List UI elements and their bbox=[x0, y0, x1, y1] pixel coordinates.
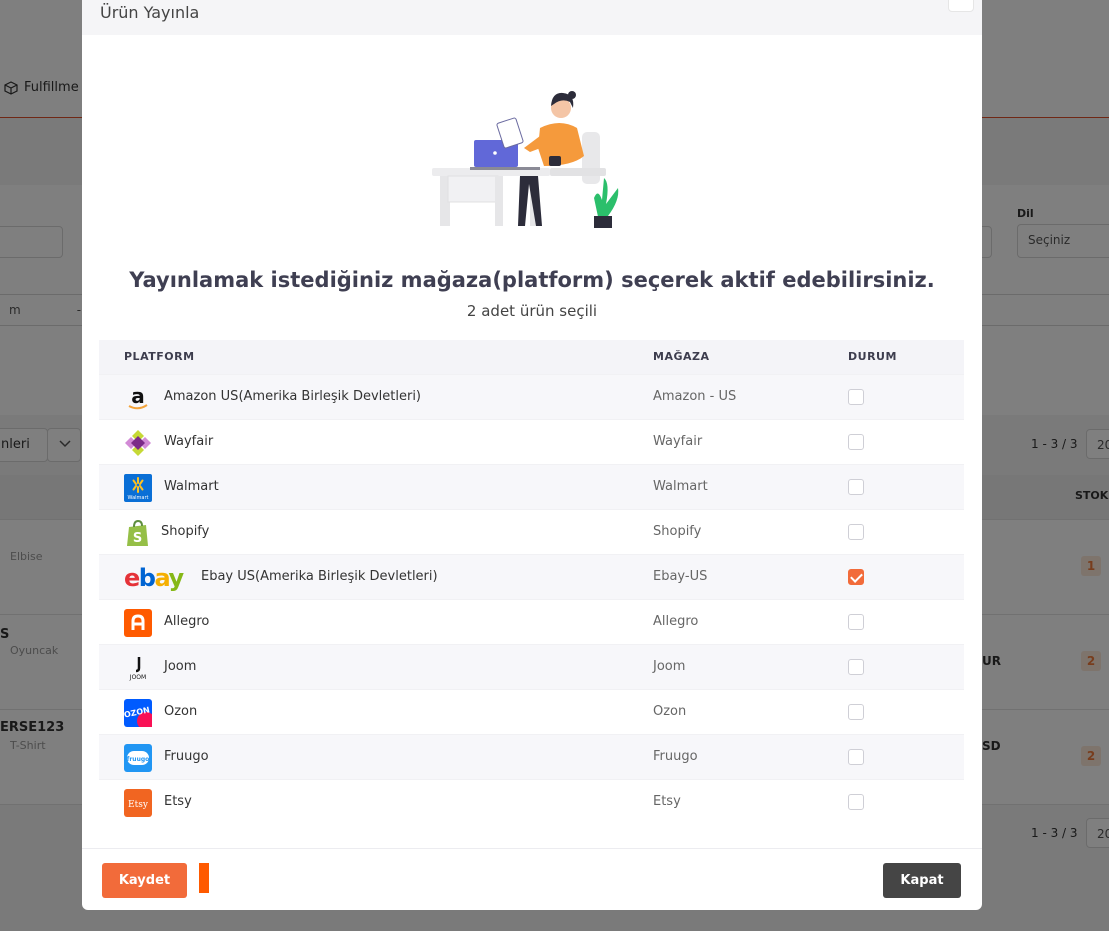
status-checkbox[interactable] bbox=[848, 794, 864, 810]
ozon-logo-icon: OZON bbox=[124, 699, 152, 727]
joom-logo-icon: JOOM bbox=[129, 657, 146, 681]
platform-name: Fruugo bbox=[164, 749, 209, 764]
platform-row-ozon: OZON Ozon Ozon bbox=[99, 689, 964, 734]
allegro-logo-icon bbox=[124, 609, 152, 637]
platform-row-allegro: Allegro Allegro bbox=[99, 599, 964, 644]
fruugo-logo-text: fruugo bbox=[127, 756, 150, 763]
svg-text:ebay: ebay bbox=[124, 564, 184, 592]
store-name: Amazon - US bbox=[653, 389, 737, 404]
platform-name: Walmart bbox=[164, 479, 219, 494]
store-name: Ozon bbox=[653, 704, 687, 719]
etsy-logo-icon: Etsy bbox=[124, 789, 152, 817]
platform-name: Joom bbox=[164, 659, 197, 674]
wayfair-logo-icon bbox=[125, 430, 151, 456]
store-name: Allegro bbox=[653, 614, 699, 629]
svg-text:a: a bbox=[131, 384, 145, 408]
platform-table-header: PLATFORM MAĞAZA DURUM bbox=[99, 340, 964, 374]
platform-name: Etsy bbox=[164, 794, 192, 809]
store-name: Joom bbox=[653, 659, 686, 674]
column-header-platform: PLATFORM bbox=[124, 350, 195, 363]
platform-row-wayfair: Wayfair Wayfair bbox=[99, 419, 964, 464]
status-checkbox[interactable] bbox=[848, 389, 864, 405]
platform-row-ebay: ebay Ebay US(Amerika Birleşik Devletleri… bbox=[99, 554, 964, 599]
woman-at-desk-illustration bbox=[432, 91, 619, 228]
platform-name: Ebay US(Amerika Birleşik Devletleri) bbox=[201, 569, 438, 584]
platform-table: PLATFORM MAĞAZA DURUM a Amazon US(Amerik… bbox=[99, 340, 964, 824]
platform-row-amazon: a Amazon US(Amerika Birleşik Devletleri)… bbox=[99, 374, 964, 419]
status-checkbox[interactable] bbox=[848, 434, 864, 450]
platform-row-fruugo: fruugo Fruugo Fruugo bbox=[99, 734, 964, 779]
status-checkbox[interactable] bbox=[848, 569, 864, 585]
walmart-logo-text: Walmart bbox=[127, 495, 148, 501]
platform-row-walmart: Walmart Walmart Walmart bbox=[99, 464, 964, 509]
store-name: Etsy bbox=[653, 794, 681, 809]
publish-product-modal: Ürün Yayınla Yayınlamak istediğiniz mağa… bbox=[82, 0, 982, 910]
store-name: Wayfair bbox=[653, 434, 703, 449]
platform-row-joom: JOOM Joom Joom bbox=[99, 644, 964, 689]
status-checkbox[interactable] bbox=[848, 614, 864, 630]
platform-name: Amazon US(Amerika Birleşik Devletleri) bbox=[164, 389, 421, 404]
column-header-store: MAĞAZA bbox=[653, 350, 710, 363]
platform-name: Allegro bbox=[164, 614, 210, 629]
status-checkbox[interactable] bbox=[848, 479, 864, 495]
store-name: Walmart bbox=[653, 479, 708, 494]
ebay-logo-icon: ebay bbox=[124, 564, 186, 592]
platform-name: Wayfair bbox=[164, 434, 214, 449]
shopify-logo-icon: S bbox=[127, 519, 148, 546]
column-header-status: DURUM bbox=[848, 350, 897, 363]
walmart-logo-icon: Walmart bbox=[124, 474, 152, 502]
platform-row-etsy: Etsy Etsy Etsy bbox=[99, 779, 964, 824]
amazon-logo-icon: a bbox=[128, 384, 148, 410]
save-button[interactable]: Kaydet bbox=[102, 863, 187, 898]
modal-header: Ürün Yayınla bbox=[82, 0, 982, 35]
modal-headline: Yayınlamak istediğiniz mağaza(platform) … bbox=[129, 268, 935, 292]
store-name: Fruugo bbox=[653, 749, 698, 764]
store-name: Shopify bbox=[653, 524, 702, 539]
close-button[interactable]: Kapat bbox=[883, 863, 961, 898]
modal-footer: Kaydet Kapat bbox=[82, 848, 982, 910]
status-checkbox[interactable] bbox=[848, 524, 864, 540]
cursor-marker bbox=[199, 863, 209, 893]
platform-name: Ozon bbox=[164, 704, 198, 719]
platform-name: Shopify bbox=[161, 524, 210, 539]
selected-count: 2 adet ürün seçili bbox=[466, 302, 598, 320]
etsy-logo-text: Etsy bbox=[128, 800, 149, 810]
status-checkbox[interactable] bbox=[848, 749, 864, 765]
store-name: Ebay-US bbox=[653, 569, 708, 584]
platform-row-shopify: S Shopify Shopify bbox=[99, 509, 964, 554]
joom-logo-text: JOOM bbox=[129, 674, 146, 681]
status-checkbox[interactable] bbox=[848, 704, 864, 720]
modal-title: Ürün Yayınla bbox=[100, 3, 200, 22]
fruugo-logo-icon: fruugo bbox=[124, 744, 152, 772]
status-checkbox[interactable] bbox=[848, 659, 864, 675]
close-icon[interactable] bbox=[948, 0, 974, 12]
svg-text:S: S bbox=[133, 531, 142, 546]
